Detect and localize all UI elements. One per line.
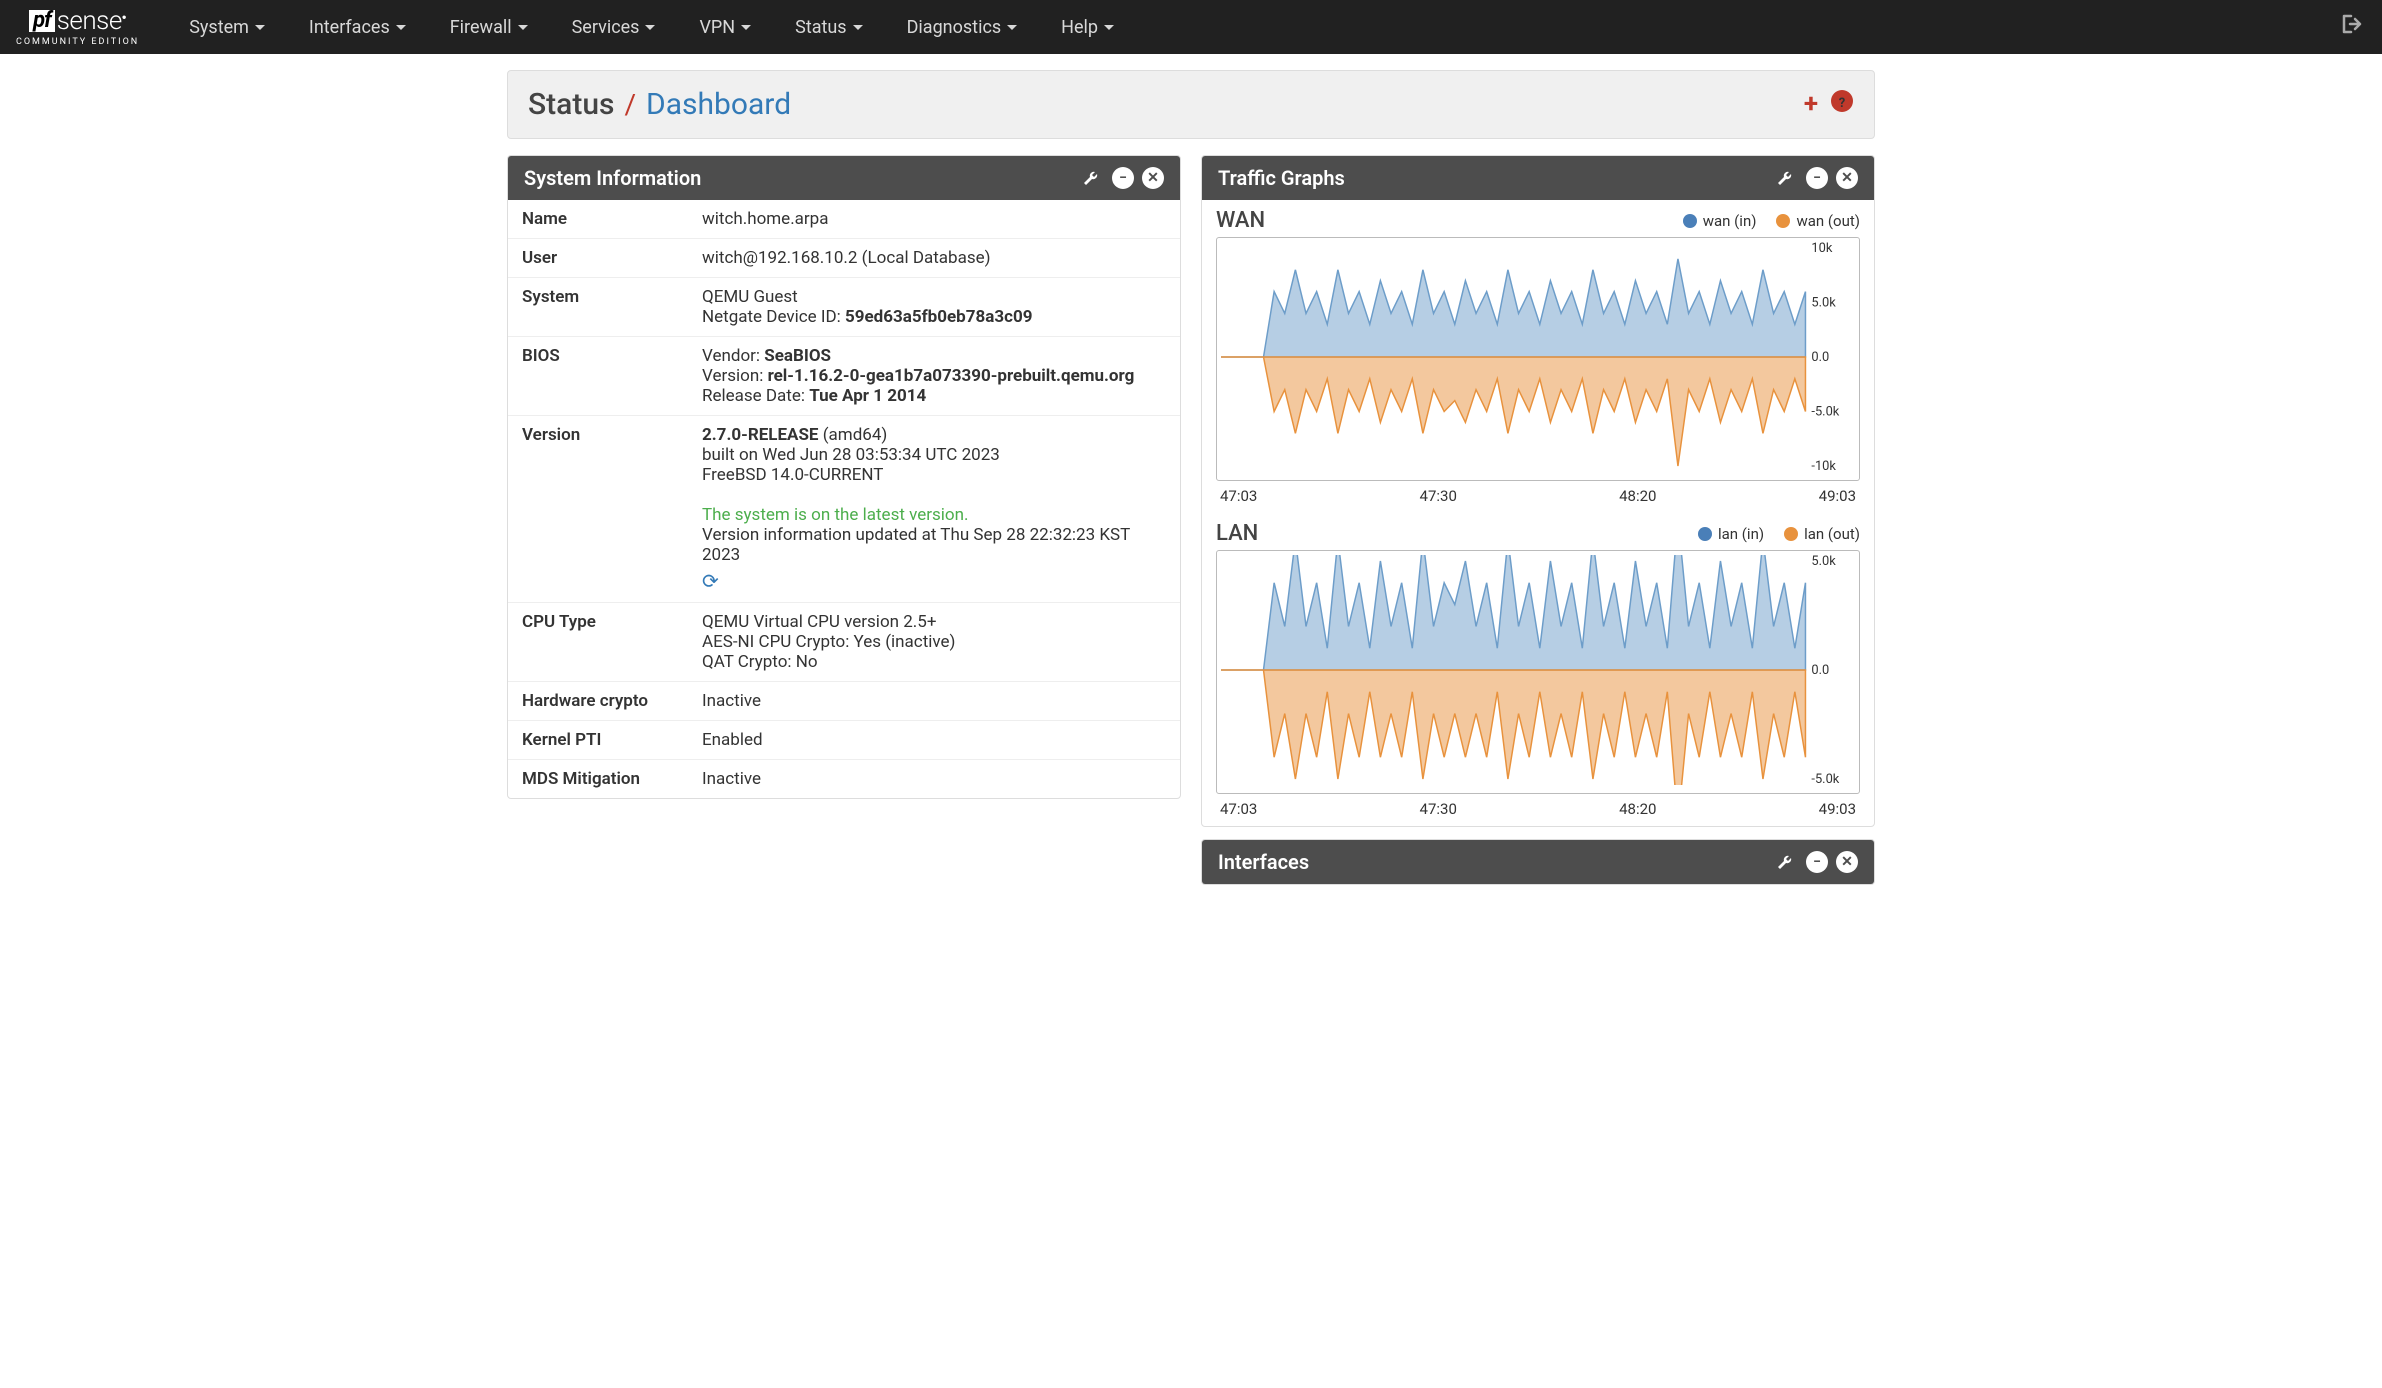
chevron-down-icon xyxy=(1007,25,1017,30)
x-axis-labels: 47:0347:3048:2049:03 xyxy=(1216,800,1860,818)
refresh-icon[interactable]: ⟳ xyxy=(702,569,719,593)
nav-help[interactable]: Help xyxy=(1041,9,1134,46)
widget-title: Traffic Graphs xyxy=(1218,166,1345,190)
chevron-down-icon xyxy=(396,25,406,30)
table-row: SystemQEMU GuestNetgate Device ID: 59ed6… xyxy=(508,278,1180,337)
navbar: pfsense● COMMUNITY EDITION System Interf… xyxy=(0,0,2382,54)
legend: lan (in) lan (out) xyxy=(1698,525,1860,543)
logo[interactable]: pfsense● COMMUNITY EDITION xyxy=(16,7,139,47)
chevron-down-icon xyxy=(1104,25,1114,30)
chevron-down-icon xyxy=(741,25,751,30)
legend-dot-out xyxy=(1784,527,1798,541)
widget-header: Interfaces − ✕ xyxy=(1202,840,1874,884)
svg-text:5.0k: 5.0k xyxy=(1811,295,1836,310)
svg-text:-5.0k: -5.0k xyxy=(1811,772,1839,785)
table-row: Hardware cryptoInactive xyxy=(508,682,1180,721)
interfaces-widget: Interfaces − ✕ xyxy=(1201,839,1875,885)
table-row: MDS MitigationInactive xyxy=(508,760,1180,799)
legend-dot-in xyxy=(1698,527,1712,541)
table-row: Userwitch@192.168.10.2 (Local Database) xyxy=(508,239,1180,278)
nav-diagnostics[interactable]: Diagnostics xyxy=(887,9,1038,46)
svg-text:0.0: 0.0 xyxy=(1811,663,1829,678)
nav-interfaces[interactable]: Interfaces xyxy=(289,9,426,46)
svg-text:-5.0k: -5.0k xyxy=(1811,404,1839,419)
svg-text:5.0k: 5.0k xyxy=(1811,555,1836,569)
nav-system[interactable]: System xyxy=(169,9,285,46)
x-axis-labels: 47:0347:3048:2049:03 xyxy=(1216,487,1860,505)
page-header: Status / Dashboard + ? xyxy=(507,70,1875,139)
svg-text:0.0: 0.0 xyxy=(1811,350,1829,365)
wan-chart-svg: 10k 5.0k 0.0 -5.0k -10k xyxy=(1221,242,1855,472)
logo-subtitle: COMMUNITY EDITION xyxy=(16,37,139,47)
lan-graph: LAN lan (in) lan (out) 5.0k 0.0 -5.0k 47:0… xyxy=(1202,513,1874,826)
table-row: Kernel PTIEnabled xyxy=(508,721,1180,760)
wrench-icon[interactable] xyxy=(1776,167,1798,189)
system-info-table: Namewitch.home.arpa Userwitch@192.168.10… xyxy=(508,200,1180,798)
wrench-icon[interactable] xyxy=(1776,851,1798,873)
logout-icon[interactable] xyxy=(2342,14,2366,40)
table-row: Version2.7.0-RELEASE (amd64)built on Wed… xyxy=(508,416,1180,603)
breadcrumb-page[interactable]: Dashboard xyxy=(646,87,791,122)
breadcrumb-separator: / xyxy=(624,88,636,121)
nav-items: System Interfaces Firewall Services VPN … xyxy=(169,9,2342,46)
legend-dot-in xyxy=(1683,214,1697,228)
table-row: Namewitch.home.arpa xyxy=(508,200,1180,239)
svg-text:-10k: -10k xyxy=(1811,459,1836,472)
traffic-graphs-widget: Traffic Graphs − ✕ WAN wan (in) wan (out… xyxy=(1201,155,1875,827)
nav-services[interactable]: Services xyxy=(552,9,676,46)
table-row: BIOSVendor: SeaBIOSVersion: rel-1.16.2-0… xyxy=(508,337,1180,416)
nav-status[interactable]: Status xyxy=(775,9,882,46)
graph-name: WAN xyxy=(1216,208,1265,233)
chevron-down-icon xyxy=(518,25,528,30)
wrench-icon[interactable] xyxy=(1082,167,1104,189)
legend: wan (in) wan (out) xyxy=(1683,212,1860,230)
lan-chart-svg: 5.0k 0.0 -5.0k xyxy=(1221,555,1855,785)
widget-title: System Information xyxy=(524,166,701,190)
close-icon[interactable]: ✕ xyxy=(1836,851,1858,873)
chevron-down-icon xyxy=(853,25,863,30)
legend-dot-out xyxy=(1776,214,1790,228)
help-icon[interactable]: ? xyxy=(1830,89,1854,120)
nav-vpn[interactable]: VPN xyxy=(679,9,771,46)
widget-title: Interfaces xyxy=(1218,850,1309,874)
svg-text:?: ? xyxy=(1839,96,1845,111)
minimize-icon[interactable]: − xyxy=(1806,851,1828,873)
widget-header: Traffic Graphs − ✕ xyxy=(1202,156,1874,200)
minimize-icon[interactable]: − xyxy=(1112,167,1134,189)
add-widget-icon[interactable]: + xyxy=(1804,89,1818,120)
svg-text:10k: 10k xyxy=(1811,242,1832,256)
close-icon[interactable]: ✕ xyxy=(1142,167,1164,189)
close-icon[interactable]: ✕ xyxy=(1836,167,1858,189)
table-row: CPU TypeQEMU Virtual CPU version 2.5+AES… xyxy=(508,603,1180,682)
nav-firewall[interactable]: Firewall xyxy=(430,9,548,46)
minimize-icon[interactable]: − xyxy=(1806,167,1828,189)
chevron-down-icon xyxy=(645,25,655,30)
chevron-down-icon xyxy=(255,25,265,30)
system-information-widget: System Information − ✕ Namewitch.home.ar… xyxy=(507,155,1181,799)
wan-graph: WAN wan (in) wan (out) 10k 5.0k 0.0 -5.0k -1… xyxy=(1202,200,1874,513)
breadcrumb-section: Status xyxy=(528,87,614,122)
widget-header: System Information − ✕ xyxy=(508,156,1180,200)
graph-name: LAN xyxy=(1216,521,1258,546)
